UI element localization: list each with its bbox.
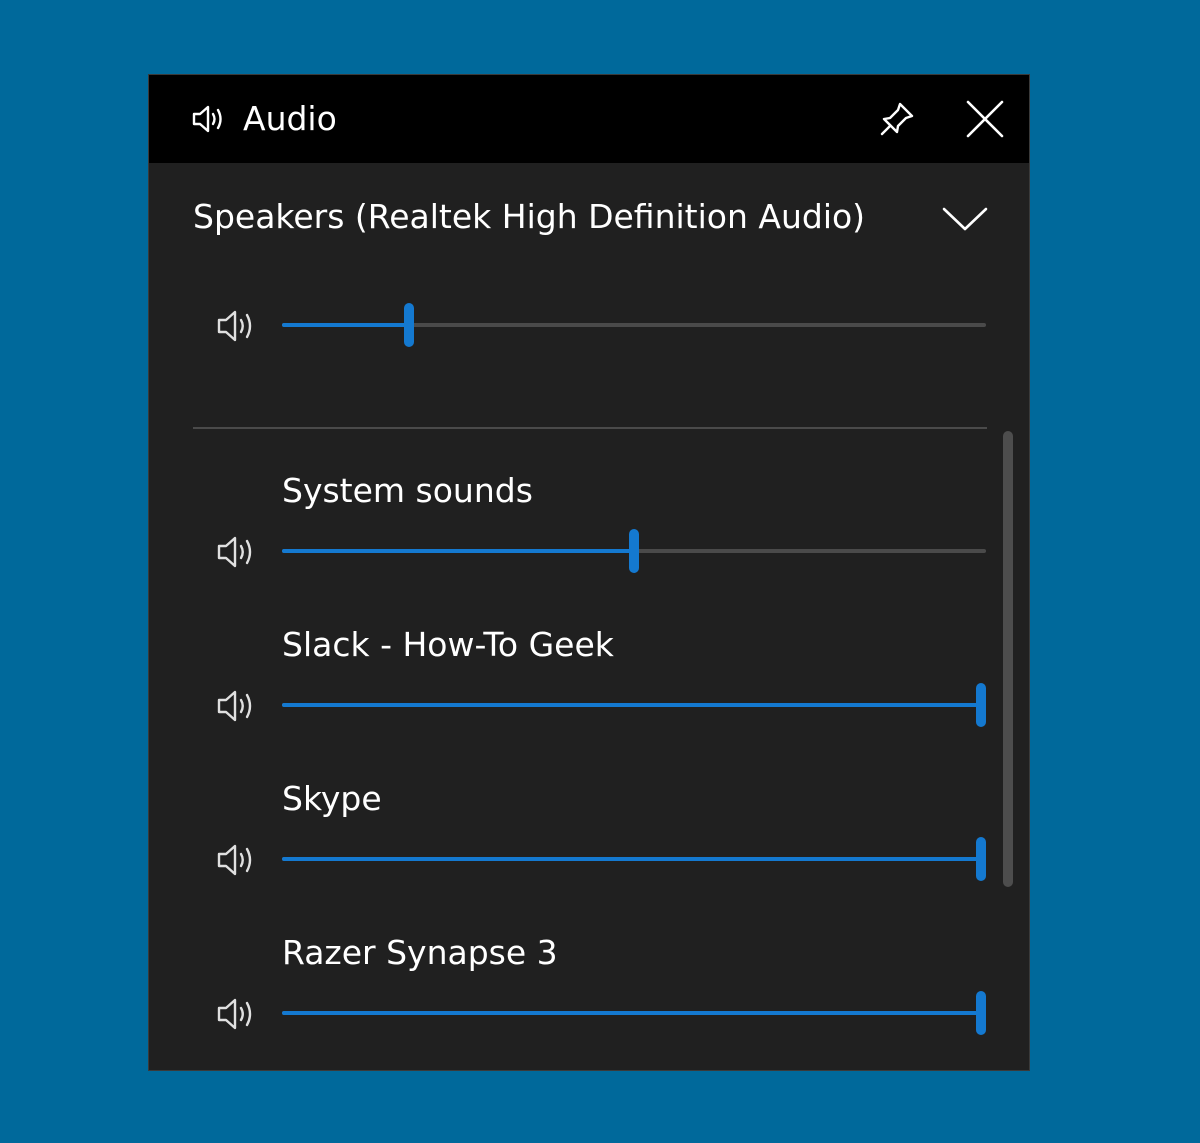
app-name: Skype: [282, 779, 382, 818]
speaker-icon[interactable]: [215, 533, 259, 571]
slider-fill: [282, 703, 981, 707]
pin-button[interactable]: [873, 95, 921, 143]
pin-icon: [880, 102, 914, 136]
scrollbar-thumb[interactable]: [1003, 431, 1013, 887]
audio-widget: Audio Speakers (Realtek High Definition …: [148, 74, 1030, 1071]
master-volume-slider[interactable]: [282, 303, 986, 347]
app-volume-slider[interactable]: [282, 683, 986, 727]
speaker-icon[interactable]: [215, 841, 259, 879]
slider-fill: [282, 549, 634, 553]
speaker-icon[interactable]: [215, 995, 259, 1033]
slider-fill: [282, 1011, 981, 1015]
master-volume-row: [215, 303, 995, 347]
slider-thumb[interactable]: [976, 683, 986, 727]
close-button[interactable]: [961, 95, 1009, 143]
speaker-icon[interactable]: [215, 307, 259, 345]
close-icon: [966, 100, 1004, 138]
title-bar: Audio: [149, 75, 1029, 163]
app-volume-row: [215, 837, 995, 881]
slider-fill: [282, 857, 981, 861]
chevron-down-icon: [942, 207, 988, 231]
app-volume-slider[interactable]: [282, 529, 986, 573]
slider-thumb[interactable]: [976, 837, 986, 881]
output-device-label: Speakers (Realtek High Definition Audio): [193, 197, 866, 236]
app-name: Razer Synapse 3: [282, 933, 558, 972]
app-volume-row: [215, 991, 995, 1035]
section-divider: [193, 427, 987, 429]
slider-fill: [282, 323, 409, 327]
speaker-icon[interactable]: [215, 687, 259, 725]
app-name: Slack - How-To Geek: [282, 625, 614, 664]
app-name: System sounds: [282, 471, 533, 510]
output-device-dropdown[interactable]: Speakers (Realtek High Definition Audio): [193, 193, 993, 243]
speaker-icon: [192, 105, 222, 133]
app-volume-slider[interactable]: [282, 837, 986, 881]
slider-thumb[interactable]: [976, 991, 986, 1035]
widget-title: Audio: [243, 99, 337, 138]
app-volume-row: [215, 683, 995, 727]
app-volume-row: [215, 529, 995, 573]
slider-thumb[interactable]: [629, 529, 639, 573]
app-volume-slider[interactable]: [282, 991, 986, 1035]
slider-thumb[interactable]: [403, 303, 414, 347]
